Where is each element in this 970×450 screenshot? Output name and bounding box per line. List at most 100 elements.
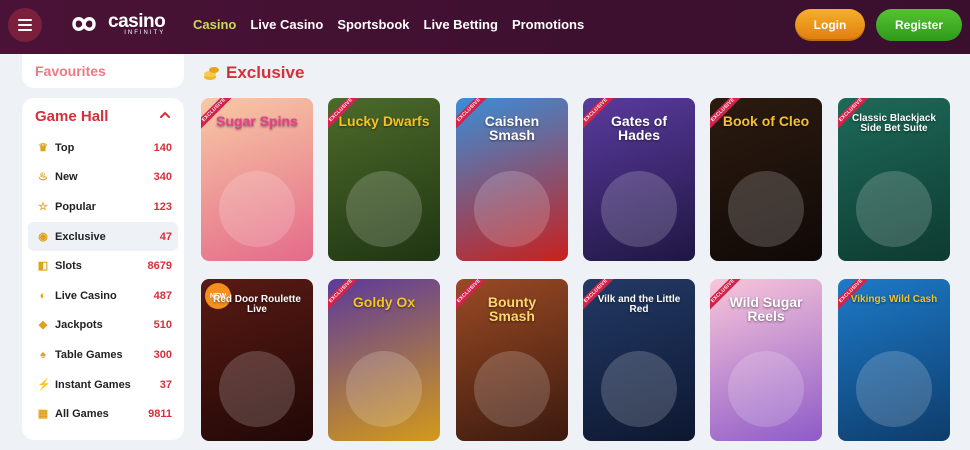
section-header: Exclusive xyxy=(203,63,304,83)
menu-line-icon xyxy=(18,24,32,26)
game-title: Gates of Hades xyxy=(610,113,667,143)
all-games-icon: ▦ xyxy=(37,408,49,421)
sidebar-item-popular[interactable]: ☆ Popular 123 xyxy=(28,192,178,222)
game-artwork xyxy=(728,171,804,247)
game-hall-panel: Game Hall ♛ Top 140 ♨ New 340 ☆ Popular 123 ◉ Excl… xyxy=(22,98,184,440)
game-tile[interactable]: EXCLUSIVE Classic Blackjack Side Bet Suit… xyxy=(838,98,950,261)
game-tile[interactable]: EXCLUSIVE Vilk and the Little Red xyxy=(583,279,695,441)
sidebar-item-label: Popular xyxy=(55,200,96,213)
category-list: ♛ Top 140 ♨ New 340 ☆ Popular 123 ◉ Exclusive 47 ◧ Sl… xyxy=(28,133,178,429)
game-tile[interactable]: EXCLUSIVE Book of Cleo xyxy=(710,98,822,261)
game-artwork xyxy=(474,171,550,247)
sidebar-item-count: 8679 xyxy=(147,260,172,273)
nav-casino[interactable]: Casino xyxy=(193,17,236,32)
sidebar-item-count: 37 xyxy=(159,378,172,391)
sidebar-item-count: 140 xyxy=(153,141,172,154)
game-title: Vilk and the Little Red xyxy=(597,294,681,315)
sidebar-item-top[interactable]: ♛ Top 140 xyxy=(28,133,178,163)
game-artwork xyxy=(601,351,677,427)
sidebar-item-count: 510 xyxy=(153,319,172,332)
login-button[interactable]: Login xyxy=(795,9,865,41)
menu-line-icon xyxy=(18,19,32,21)
sidebar-item-new[interactable]: ♨ New 340 xyxy=(28,163,178,193)
game-tile[interactable]: EXCLUSIVE Sugar Spins xyxy=(201,98,313,261)
sidebar-item-label: Slots xyxy=(55,260,82,273)
nav-promotions[interactable]: Promotions xyxy=(512,17,584,32)
game-artwork xyxy=(474,351,550,427)
infinity-logo-icon xyxy=(72,17,96,31)
nav-live-casino[interactable]: Live Casino xyxy=(250,17,323,32)
game-title: Classic Blackjack Side Bet Suite xyxy=(852,113,936,134)
game-title: Caishen Smash xyxy=(484,113,540,143)
main-nav: Casino Live Casino Sportsbook Live Betti… xyxy=(193,17,584,32)
sidebar-item-all-games[interactable]: ▦ All Games 9811 xyxy=(28,399,178,429)
game-artwork xyxy=(346,171,422,247)
game-title: Wild Sugar Reels xyxy=(729,294,803,324)
game-tile[interactable]: EXCLUSIVE Gates of Hades xyxy=(583,98,695,261)
sidebar-item-slots[interactable]: ◧ Slots 8679 xyxy=(28,251,178,281)
game-artwork xyxy=(856,351,932,427)
sidebar-item-table-games[interactable]: ♠ Table Games 300 xyxy=(28,340,178,370)
game-artwork xyxy=(728,351,804,427)
table-icon: ♠ xyxy=(40,348,46,361)
register-button[interactable]: Register xyxy=(876,9,962,41)
sidebar-item-label: New xyxy=(55,171,78,184)
favourites-panel[interactable]: Favourites xyxy=(22,54,184,88)
game-tile[interactable]: EXCLUSIVE Bounty Smash xyxy=(456,279,568,441)
game-title: Bounty Smash xyxy=(487,294,537,324)
coins-icon: ◉ xyxy=(38,230,48,243)
sidebar-item-label: Jackpots xyxy=(55,319,103,332)
sidebar-item-label: All Games xyxy=(55,408,109,421)
sidebar-item-count: 47 xyxy=(159,230,172,243)
sidebar-item-label: Table Games xyxy=(55,348,123,361)
game-hall-title: Game Hall xyxy=(35,108,109,125)
flame-icon: ♨ xyxy=(38,171,48,184)
site-logo[interactable]: casino INFINITY xyxy=(64,11,166,36)
sidebar-item-instant-games[interactable]: ⚡ Instant Games 37 xyxy=(28,370,178,400)
instant-icon: ⚡ xyxy=(37,378,51,391)
sidebar-item-count: 9811 xyxy=(148,408,172,421)
game-title: Goldy Ox xyxy=(352,294,416,310)
section-title: Exclusive xyxy=(226,63,305,82)
star-icon: ☆ xyxy=(38,200,48,213)
sidebar-item-label: Top xyxy=(55,141,75,154)
sidebar-item-count: 487 xyxy=(153,289,172,302)
hamburger-menu-button[interactable] xyxy=(8,8,42,42)
slots-icon: ◧ xyxy=(37,260,49,273)
sidebar-item-count: 340 xyxy=(153,171,172,184)
sidebar-item-count: 300 xyxy=(153,348,172,361)
game-artwork xyxy=(219,351,295,427)
jackpot-icon: ◆ xyxy=(38,319,48,332)
game-title: Red Door Roulette Live xyxy=(213,294,301,315)
game-title: Vikings Wild Cash xyxy=(850,294,938,305)
favourites-label: Favourites xyxy=(35,63,106,79)
crown-icon: ♛ xyxy=(38,141,48,154)
coins-icon xyxy=(204,67,219,80)
game-artwork xyxy=(346,351,422,427)
sidebar-item-exclusive[interactable]: ◉ Exclusive 47 xyxy=(28,221,178,252)
game-tile[interactable]: NEW Red Door Roulette Live xyxy=(201,279,313,441)
chevron-up-icon[interactable] xyxy=(160,110,170,120)
sidebar-item-label: Instant Games xyxy=(55,378,131,391)
sidebar-item-label: Live Casino xyxy=(55,289,117,302)
menu-line-icon xyxy=(18,29,32,31)
game-tile[interactable]: EXCLUSIVE Goldy Ox xyxy=(328,279,440,441)
game-tile[interactable]: EXCLUSIVE Vikings Wild Cash xyxy=(838,279,950,441)
game-artwork xyxy=(601,171,677,247)
game-title: Sugar Spins xyxy=(216,113,298,129)
game-tile[interactable]: EXCLUSIVE Wild Sugar Reels xyxy=(710,279,822,441)
game-title: Book of Cleo xyxy=(722,113,810,129)
top-header: casino INFINITY Casino Live Casino Sport… xyxy=(0,0,970,54)
game-tile[interactable]: EXCLUSIVE Caishen Smash xyxy=(456,98,568,261)
live-icon: ◐ xyxy=(39,289,47,302)
game-artwork xyxy=(856,171,932,247)
game-title: Lucky Dwarfs xyxy=(338,113,430,129)
sidebar-item-jackpots[interactable]: ◆ Jackpots 510 xyxy=(28,311,178,341)
sidebar-item-count: 123 xyxy=(153,200,172,213)
nav-sportsbook[interactable]: Sportsbook xyxy=(337,17,409,32)
sidebar-item-label: Exclusive xyxy=(55,230,106,243)
sidebar-item-live-casino[interactable]: ◐ Live Casino 487 xyxy=(28,281,178,311)
nav-live-betting[interactable]: Live Betting xyxy=(424,17,498,32)
game-tile[interactable]: EXCLUSIVE Lucky Dwarfs xyxy=(328,98,440,261)
logo-word: casino xyxy=(108,11,166,32)
